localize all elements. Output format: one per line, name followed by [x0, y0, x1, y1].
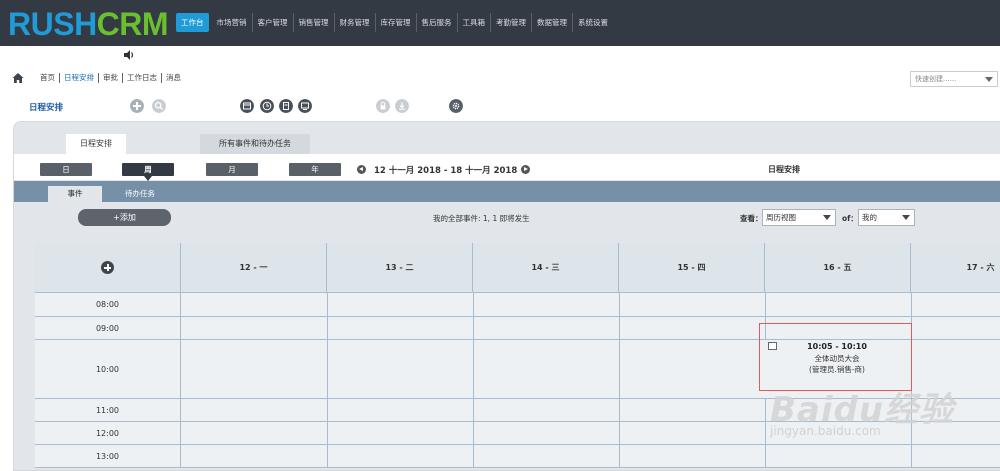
- top-navbar: RUSHCRM 工作台 市场营销 客户管理 销售管理 财务管理 库存管理 售后服…: [0, 0, 1000, 46]
- nav-item-toolbox[interactable]: 工具箱: [458, 13, 491, 32]
- nav-item-after-sales[interactable]: 售后服务: [417, 13, 458, 32]
- breadcrumb-approval[interactable]: 审批: [99, 73, 123, 83]
- watermark-sub: jingyan.baidu.com: [770, 424, 881, 438]
- chevron-down-icon: [902, 215, 910, 220]
- quick-create-placeholder: 快速创建......: [915, 75, 957, 83]
- day-header-thu[interactable]: 15 - 四: [619, 243, 765, 293]
- chevron-down-icon: [985, 77, 993, 82]
- day-header-mon[interactable]: 12 - 一: [181, 243, 327, 293]
- clock-icon[interactable]: [260, 99, 274, 113]
- add-circle-icon[interactable]: [101, 261, 114, 274]
- day-header-wed[interactable]: 14 - 三: [473, 243, 619, 293]
- of-filter-label: of：: [842, 214, 858, 223]
- nav-item-marketing[interactable]: 市场营销: [212, 13, 253, 32]
- lock-icon[interactable]: [376, 99, 390, 113]
- search-circle-icon[interactable]: [152, 99, 166, 113]
- day-header-tue[interactable]: 13 - 二: [327, 243, 473, 293]
- import-icon[interactable]: [279, 99, 293, 113]
- view-week-button[interactable]: 周: [122, 163, 174, 181]
- view-type-select[interactable]: 周历视图: [762, 209, 836, 226]
- week-header-row: 12 - 一 13 - 二 14 - 三 15 - 四 16 - 五 17 - …: [35, 243, 1000, 293]
- subtab-events[interactable]: 事件: [48, 186, 102, 202]
- page-title: 日程安排: [29, 103, 64, 113]
- logo-rush: RUSH: [8, 6, 97, 42]
- day-header-sat[interactable]: 17 - 六: [911, 243, 1000, 293]
- home-icon[interactable]: [12, 72, 24, 84]
- nav-item-settings[interactable]: 系统设置: [573, 13, 613, 32]
- add-circle-icon[interactable]: [130, 99, 144, 113]
- watermark: Baidu经验 jingyan.baidu.com: [770, 382, 954, 438]
- nav-item-data[interactable]: 数据管理: [532, 13, 573, 32]
- highlight-box: [759, 323, 912, 391]
- download-icon[interactable]: [395, 99, 409, 113]
- view-filter-label: 查看：: [740, 214, 763, 223]
- time-row[interactable]: 08:00: [35, 293, 1000, 317]
- day-header-fri[interactable]: 16 - 五: [765, 243, 911, 293]
- nav-item-attendance[interactable]: 考勤管理: [491, 13, 532, 32]
- breadcrumb-bar: 首页 日程安排 审批 工作日志 消息: [0, 68, 1000, 90]
- toolbar: 日程安排: [0, 96, 1000, 116]
- subtab-todos[interactable]: 待办任务: [114, 186, 166, 202]
- breadcrumb-home[interactable]: 首页: [40, 73, 60, 83]
- date-range-label: 12 十一月 2018 - 18 十一月 2018: [374, 166, 518, 176]
- time-label: 10:00: [35, 340, 181, 398]
- nav-item-sales[interactable]: 销售管理: [294, 13, 335, 32]
- speaker-icon[interactable]: [123, 49, 135, 61]
- owner-value: 我的: [862, 213, 877, 222]
- add-event-button[interactable]: +添加: [78, 209, 171, 226]
- main-nav: 工作台 市场营销 客户管理 销售管理 财务管理 库存管理 售后服务 工具箱 考勤…: [176, 13, 613, 32]
- nav-item-customers[interactable]: 客户管理: [253, 13, 294, 32]
- time-label: 11:00: [35, 399, 181, 421]
- prev-week-icon[interactable]: [357, 165, 366, 174]
- quick-create-select[interactable]: 快速创建......: [910, 71, 998, 87]
- nav-item-workbench[interactable]: 工作台: [176, 13, 209, 32]
- logo-crm: CRM: [96, 6, 169, 42]
- tab-all-events[interactable]: 所有事件和待办任务: [200, 134, 310, 154]
- breadcrumb-schedule[interactable]: 日程安排: [60, 73, 99, 83]
- tab-schedule[interactable]: 日程安排: [66, 134, 126, 154]
- view-year-button[interactable]: 年: [289, 163, 341, 176]
- event-summary: 我的全部事件: 1, 1 即将发生: [433, 214, 530, 223]
- header-corner: [35, 243, 181, 293]
- calendar-label: 日程安排: [768, 165, 800, 174]
- time-label: 12:00: [35, 422, 181, 444]
- view-type-value: 周历视图: [766, 213, 796, 222]
- time-label: 09:00: [35, 317, 181, 339]
- view-month-button[interactable]: 月: [206, 163, 258, 176]
- breadcrumb: 首页 日程安排 审批 工作日志 消息: [40, 73, 185, 83]
- time-label: 13:00: [35, 445, 181, 467]
- app-logo[interactable]: RUSHCRM: [8, 6, 169, 42]
- breadcrumb-messages[interactable]: 消息: [162, 73, 185, 83]
- breadcrumb-worklog[interactable]: 工作日志: [123, 73, 162, 83]
- owner-select[interactable]: 我的: [858, 209, 915, 226]
- calendar-icon[interactable]: [240, 99, 254, 113]
- chevron-down-icon: [823, 215, 831, 220]
- nav-item-finance[interactable]: 财务管理: [335, 13, 376, 32]
- view-day-button[interactable]: 日: [40, 163, 92, 176]
- gear-icon[interactable]: [449, 99, 463, 113]
- next-week-icon[interactable]: [521, 165, 530, 174]
- nav-item-inventory[interactable]: 库存管理: [376, 13, 417, 32]
- export-icon[interactable]: [298, 99, 312, 113]
- time-label: 08:00: [35, 293, 181, 316]
